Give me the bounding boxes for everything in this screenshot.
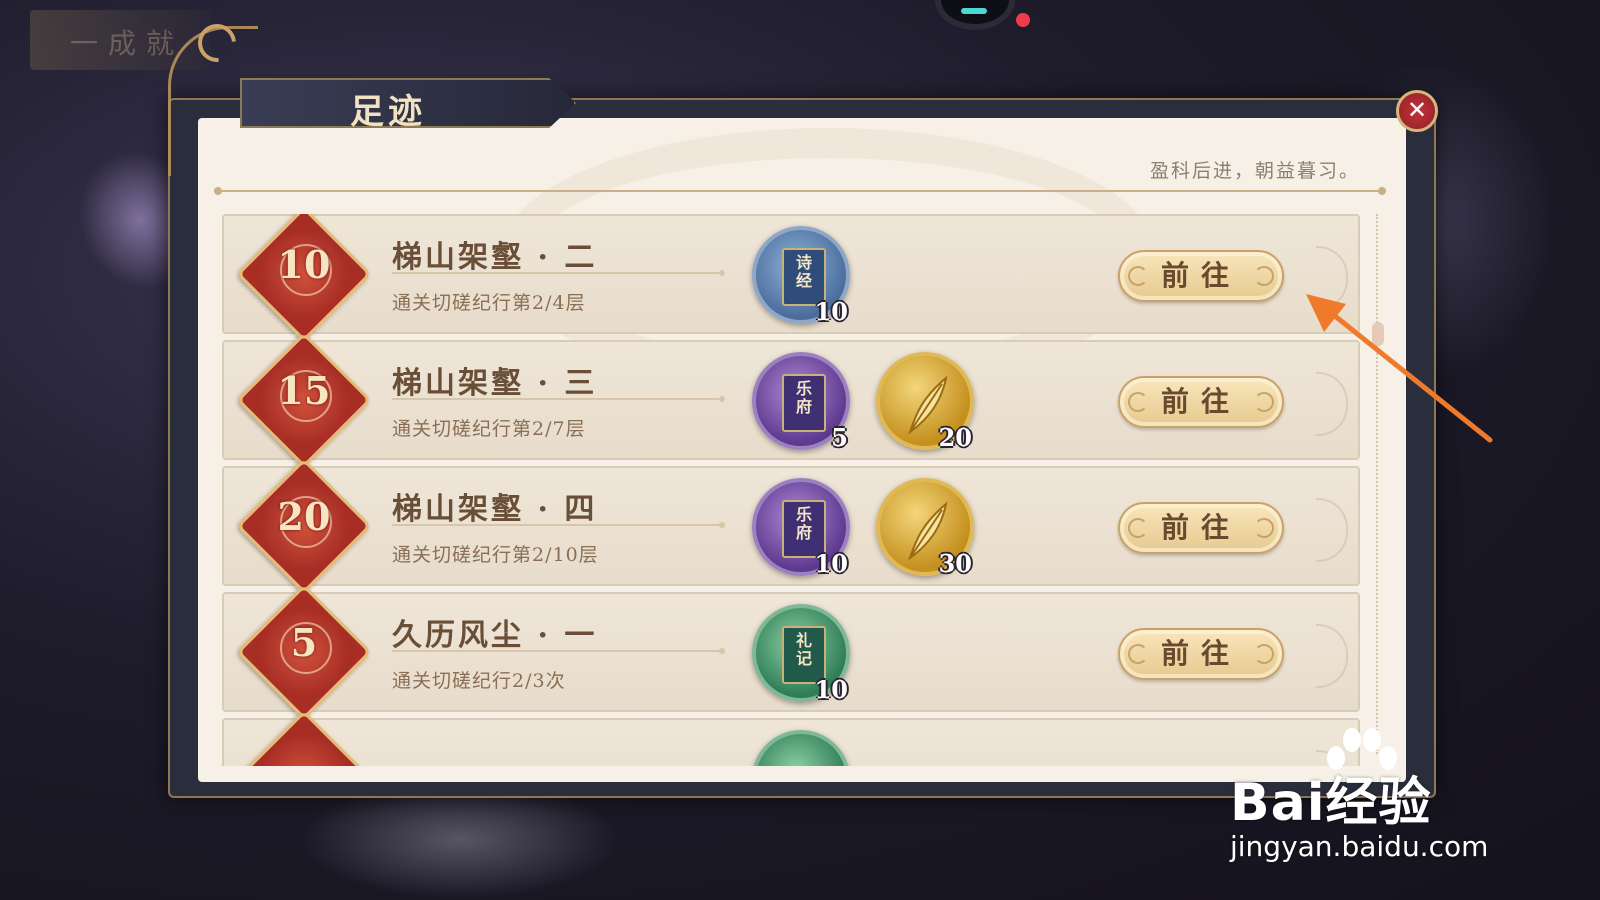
curl-right-icon <box>1254 644 1274 664</box>
header-divider <box>214 187 1386 195</box>
achievement-desc: 通关切磋纪行2/3次 <box>392 670 566 692</box>
go-button-label: 前往 <box>1160 385 1241 418</box>
title-underline <box>392 648 725 654</box>
book-yuefu-icon[interactable]: 乐府 5 <box>752 352 850 452</box>
achievement-row: 5 久历风尘 · 一 通关切磋纪行2/3次 礼记 10 前往 <box>222 584 1360 720</box>
level-badge-number: 15 <box>277 368 331 413</box>
book-label: 乐府 <box>795 379 812 416</box>
achievement-title: 梯山架壑 · 四 <box>392 492 598 527</box>
curl-right-icon <box>1254 392 1274 412</box>
level-badge-number: 20 <box>277 494 331 539</box>
title-underline <box>392 522 725 528</box>
baidu-url: jingyan.baidu.com <box>1230 830 1489 863</box>
panel-title: 足迹 <box>350 92 426 132</box>
reward-quantity: 10 <box>814 549 848 578</box>
achievement-list[interactable]: 10 梯山架壑 · 二 通关切磋纪行第2/4层 诗经 10 前往 15 梯山架壑… <box>222 214 1366 766</box>
book-label: 乐府 <box>795 505 812 542</box>
go-button-label: 前往 <box>1160 637 1241 670</box>
panel-motto: 盈科后进，朝益暮习。 <box>1150 160 1361 182</box>
achievement-desc: 通关切磋纪行第2/7层 <box>392 418 586 440</box>
book-yuefu-icon[interactable]: 乐府 10 <box>752 478 850 578</box>
title-underline <box>392 270 725 276</box>
curl-right-icon <box>1254 266 1274 286</box>
reward-quantity: 30 <box>938 549 972 578</box>
reward-icon <box>752 730 850 766</box>
top-status-icon <box>935 0 1015 30</box>
go-button[interactable]: 前往 <box>1118 502 1284 554</box>
go-button[interactable]: 前往 <box>1118 376 1284 428</box>
baidu-watermark: Bai经验 jingyan.baidu.com <box>1230 728 1580 863</box>
close-icon: ✕ <box>1406 96 1428 124</box>
curl-right-icon <box>1254 518 1274 538</box>
go-button[interactable]: 前往 <box>1118 250 1284 302</box>
level-badge-number: 10 <box>277 242 331 287</box>
background-cloud <box>300 780 620 900</box>
baidu-logo: Bai经验 <box>1230 773 1432 833</box>
curl-left-icon <box>1128 518 1148 538</box>
achievement-title: 梯山架壑 · 二 <box>392 240 598 275</box>
go-button-label: 前往 <box>1160 259 1241 292</box>
go-button-label: 前往 <box>1160 511 1241 544</box>
reward-quantity: 10 <box>814 297 848 326</box>
book-label: 诗经 <box>795 253 812 290</box>
reward-quantity: 20 <box>938 423 972 452</box>
curl-left-icon <box>1128 266 1148 286</box>
orange-arrow-annotation <box>1306 294 1493 443</box>
book-shijing-icon[interactable]: 诗经 10 <box>752 226 850 326</box>
achievement-row: 15 梯山架壑 · 三 通关切磋纪行第2/7层 乐府 5 20 前往 <box>222 332 1360 468</box>
gold-feather-icon[interactable]: 20 <box>876 352 974 452</box>
reward-quantity: 5 <box>831 423 848 452</box>
achievement-row-partial <box>222 710 1360 766</box>
book-liji-icon[interactable]: 礼记 10 <box>752 604 850 704</box>
achievement-title: 梯山架壑 · 三 <box>392 366 598 401</box>
go-button[interactable]: 前往 <box>1118 628 1284 680</box>
close-button[interactable]: ✕ <box>1396 90 1438 132</box>
level-badge-number: 5 <box>290 620 318 665</box>
title-underline <box>392 396 725 402</box>
achievement-desc: 通关切磋纪行第2/4层 <box>392 292 586 314</box>
book-label: 礼记 <box>795 631 812 668</box>
achievement-title: 久历风尘 · 一 <box>392 618 598 653</box>
curl-left-icon <box>1128 644 1148 664</box>
achievement-desc: 通关切磋纪行第2/10层 <box>392 544 599 566</box>
background-header-text: 一成就 <box>70 27 185 60</box>
achievement-row: 20 梯山架壑 · 四 通关切磋纪行第2/10层 乐府 10 30 前往 <box>222 458 1360 594</box>
level-badge-icon <box>236 710 372 766</box>
achievement-row: 10 梯山架壑 · 二 通关切磋纪行第2/4层 诗经 10 前往 <box>222 214 1360 342</box>
gold-feather-icon[interactable]: 30 <box>876 478 974 578</box>
reward-quantity: 10 <box>814 675 848 704</box>
notification-dot <box>1016 13 1030 27</box>
curl-left-icon <box>1128 392 1148 412</box>
book-cover: 乐府 <box>782 374 826 432</box>
